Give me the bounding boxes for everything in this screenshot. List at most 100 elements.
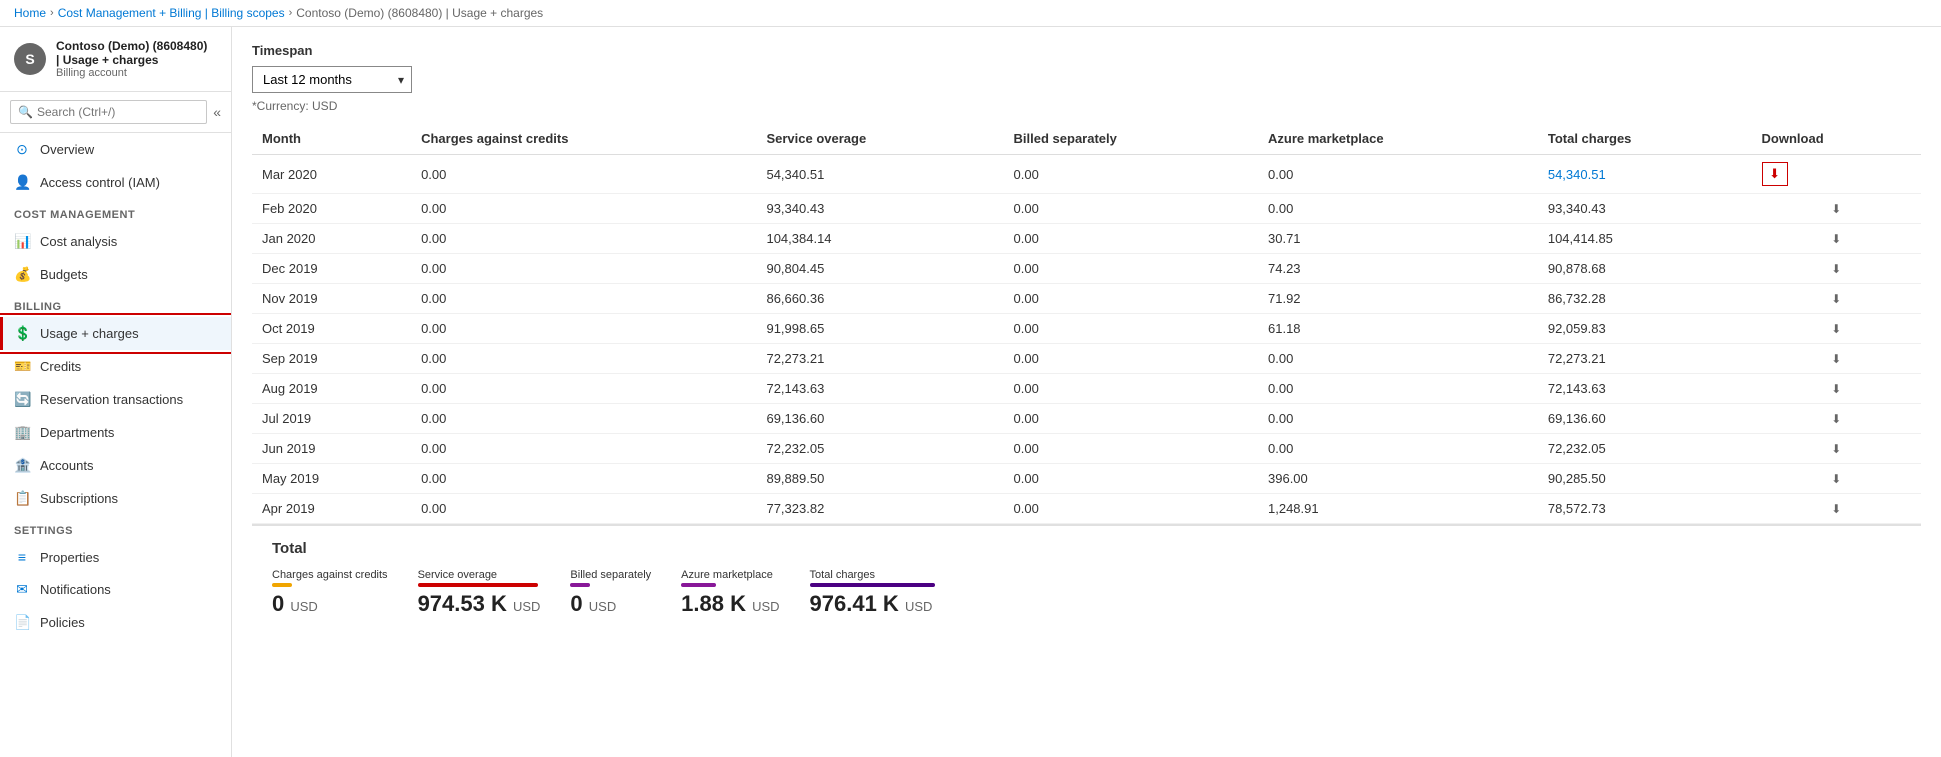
download-icon[interactable]: ⬇ bbox=[1831, 472, 1841, 486]
cell-download[interactable]: ⬇ bbox=[1752, 434, 1921, 464]
sidebar-item-label: Overview bbox=[40, 142, 94, 157]
total-item-label: Azure marketplace bbox=[681, 569, 779, 581]
sidebar-item-credits[interactable]: 🎫 Credits bbox=[0, 350, 231, 383]
cell-charges-credits: 0.00 bbox=[411, 344, 756, 374]
budgets-icon: 💰 bbox=[14, 266, 30, 283]
cell-service-overage: 54,340.51 bbox=[756, 155, 1003, 194]
cell-service-overage: 90,804.45 bbox=[756, 254, 1003, 284]
sidebar-item-access-control[interactable]: 👤 Access control (IAM) bbox=[0, 166, 231, 199]
download-icon[interactable]: ⬇ bbox=[1831, 292, 1841, 306]
cell-service-overage: 104,384.14 bbox=[756, 224, 1003, 254]
download-icon[interactable]: ⬇ bbox=[1831, 322, 1841, 336]
cell-total-charges: 69,136.60 bbox=[1538, 404, 1752, 434]
cell-download[interactable]: ⬇ bbox=[1752, 314, 1921, 344]
cell-download[interactable]: ⬇ bbox=[1752, 254, 1921, 284]
sidebar-item-departments[interactable]: 🏢 Departments bbox=[0, 416, 231, 449]
breadcrumb-home[interactable]: Home bbox=[14, 6, 46, 20]
sidebar-item-policies[interactable]: 📄 Policies bbox=[0, 606, 231, 639]
download-icon[interactable]: ⬇ bbox=[1831, 352, 1841, 366]
account-subtitle: Billing account bbox=[56, 67, 211, 79]
cell-azure-marketplace: 30.71 bbox=[1258, 224, 1538, 254]
table-row: Sep 2019 0.00 72,273.21 0.00 0.00 72,273… bbox=[252, 344, 1921, 374]
download-icon[interactable]: ⬇ bbox=[1831, 262, 1841, 276]
cell-download[interactable]: ⬇ bbox=[1752, 374, 1921, 404]
cell-download[interactable]: ⬇ bbox=[1752, 284, 1921, 314]
cell-download[interactable]: ⬇ bbox=[1752, 494, 1921, 524]
cell-billed-separately: 0.00 bbox=[1004, 344, 1258, 374]
cell-charges-credits: 0.00 bbox=[411, 404, 756, 434]
total-item-bar bbox=[272, 583, 292, 587]
cell-month: Jul 2019 bbox=[252, 404, 411, 434]
sidebar-item-cost-analysis[interactable]: 📊 Cost analysis bbox=[0, 225, 231, 258]
cell-billed-separately: 0.00 bbox=[1004, 404, 1258, 434]
download-icon[interactable]: ⬇ bbox=[1831, 382, 1841, 396]
cell-download[interactable]: ⬇ bbox=[1752, 155, 1921, 194]
download-icon[interactable]: ⬇ bbox=[1831, 442, 1841, 456]
cell-billed-separately: 0.00 bbox=[1004, 464, 1258, 494]
breadcrumb-sep-2: › bbox=[289, 7, 293, 19]
download-icon[interactable]: ⬇ bbox=[1831, 502, 1841, 516]
cell-download[interactable]: ⬇ bbox=[1752, 224, 1921, 254]
cell-billed-separately: 0.00 bbox=[1004, 224, 1258, 254]
total-item-currency: USD bbox=[589, 599, 616, 614]
cell-charges-credits: 0.00 bbox=[411, 314, 756, 344]
total-item-label: Charges against credits bbox=[272, 569, 388, 581]
sidebar-item-overview[interactable]: ⊙ Overview bbox=[0, 133, 231, 166]
search-input[interactable] bbox=[10, 100, 207, 124]
cell-charges-credits: 0.00 bbox=[411, 254, 756, 284]
cell-total-charges: 86,732.28 bbox=[1538, 284, 1752, 314]
total-item-value: 0 USD bbox=[570, 591, 651, 617]
cell-download[interactable]: ⬇ bbox=[1752, 464, 1921, 494]
sidebar-item-reservation-transactions[interactable]: 🔄 Reservation transactions bbox=[0, 383, 231, 416]
timespan-dropdown[interactable]: Last 12 months Last 6 months Last 3 mont… bbox=[252, 66, 412, 93]
breadcrumb-billing-scopes[interactable]: Cost Management + Billing | Billing scop… bbox=[58, 6, 285, 20]
cell-total-charges[interactable]: 54,340.51 bbox=[1538, 155, 1752, 194]
sidebar-item-properties[interactable]: ≡ Properties bbox=[0, 541, 231, 573]
sidebar-item-notifications[interactable]: ✉ Notifications bbox=[0, 573, 231, 606]
download-icon[interactable]: ⬇ bbox=[1831, 202, 1841, 216]
overview-icon: ⊙ bbox=[14, 141, 30, 158]
cell-total-charges: 93,340.43 bbox=[1538, 194, 1752, 224]
col-billed-separately: Billed separately bbox=[1004, 123, 1258, 155]
download-button[interactable]: ⬇ bbox=[1762, 162, 1788, 186]
sidebar-item-usage-charges[interactable]: 💲 Usage + charges bbox=[0, 317, 231, 350]
cell-month: Mar 2020 bbox=[252, 155, 411, 194]
section-settings: Settings bbox=[0, 515, 231, 541]
cell-month: Feb 2020 bbox=[252, 194, 411, 224]
credits-icon: 🎫 bbox=[14, 358, 30, 375]
sidebar: S Contoso (Demo) (8608480) | Usage + cha… bbox=[0, 27, 232, 757]
sidebar-item-accounts[interactable]: 🏦 Accounts bbox=[0, 449, 231, 482]
cell-service-overage: 72,273.21 bbox=[756, 344, 1003, 374]
cell-charges-credits: 0.00 bbox=[411, 434, 756, 464]
cell-billed-separately: 0.00 bbox=[1004, 254, 1258, 284]
cell-billed-separately: 0.00 bbox=[1004, 194, 1258, 224]
sidebar-item-label: Cost analysis bbox=[40, 234, 117, 249]
cell-download[interactable]: ⬇ bbox=[1752, 404, 1921, 434]
download-icon[interactable]: ⬇ bbox=[1831, 412, 1841, 426]
total-item-bar bbox=[810, 583, 935, 587]
cell-download[interactable]: ⬇ bbox=[1752, 194, 1921, 224]
total-item: Total charges 976.41 K USD bbox=[810, 569, 935, 617]
table-row: Oct 2019 0.00 91,998.65 0.00 61.18 92,05… bbox=[252, 314, 1921, 344]
cell-total-charges: 104,414.85 bbox=[1538, 224, 1752, 254]
cell-total-charges: 78,572.73 bbox=[1538, 494, 1752, 524]
cell-service-overage: 91,998.65 bbox=[756, 314, 1003, 344]
timespan-dropdown-wrap: Last 12 months Last 6 months Last 3 mont… bbox=[252, 66, 412, 93]
sidebar-item-budgets[interactable]: 💰 Budgets bbox=[0, 258, 231, 291]
usage-charges-icon: 💲 bbox=[14, 325, 30, 342]
cell-download[interactable]: ⬇ bbox=[1752, 344, 1921, 374]
cell-billed-separately: 0.00 bbox=[1004, 434, 1258, 464]
collapse-icon[interactable]: « bbox=[213, 104, 221, 120]
cell-azure-marketplace: 0.00 bbox=[1258, 374, 1538, 404]
cell-azure-marketplace: 74.23 bbox=[1258, 254, 1538, 284]
sidebar-item-subscriptions[interactable]: 📋 Subscriptions bbox=[0, 482, 231, 515]
timespan-label: Timespan bbox=[252, 43, 1921, 58]
account-header: S Contoso (Demo) (8608480) | Usage + cha… bbox=[0, 27, 231, 92]
sidebar-item-label: Usage + charges bbox=[40, 326, 139, 341]
currency-note: *Currency: USD bbox=[252, 99, 1921, 113]
cell-billed-separately: 0.00 bbox=[1004, 284, 1258, 314]
cell-total-charges: 72,232.05 bbox=[1538, 434, 1752, 464]
download-icon[interactable]: ⬇ bbox=[1831, 232, 1841, 246]
table-row: Aug 2019 0.00 72,143.63 0.00 0.00 72,143… bbox=[252, 374, 1921, 404]
sidebar-item-label: Budgets bbox=[40, 267, 88, 282]
